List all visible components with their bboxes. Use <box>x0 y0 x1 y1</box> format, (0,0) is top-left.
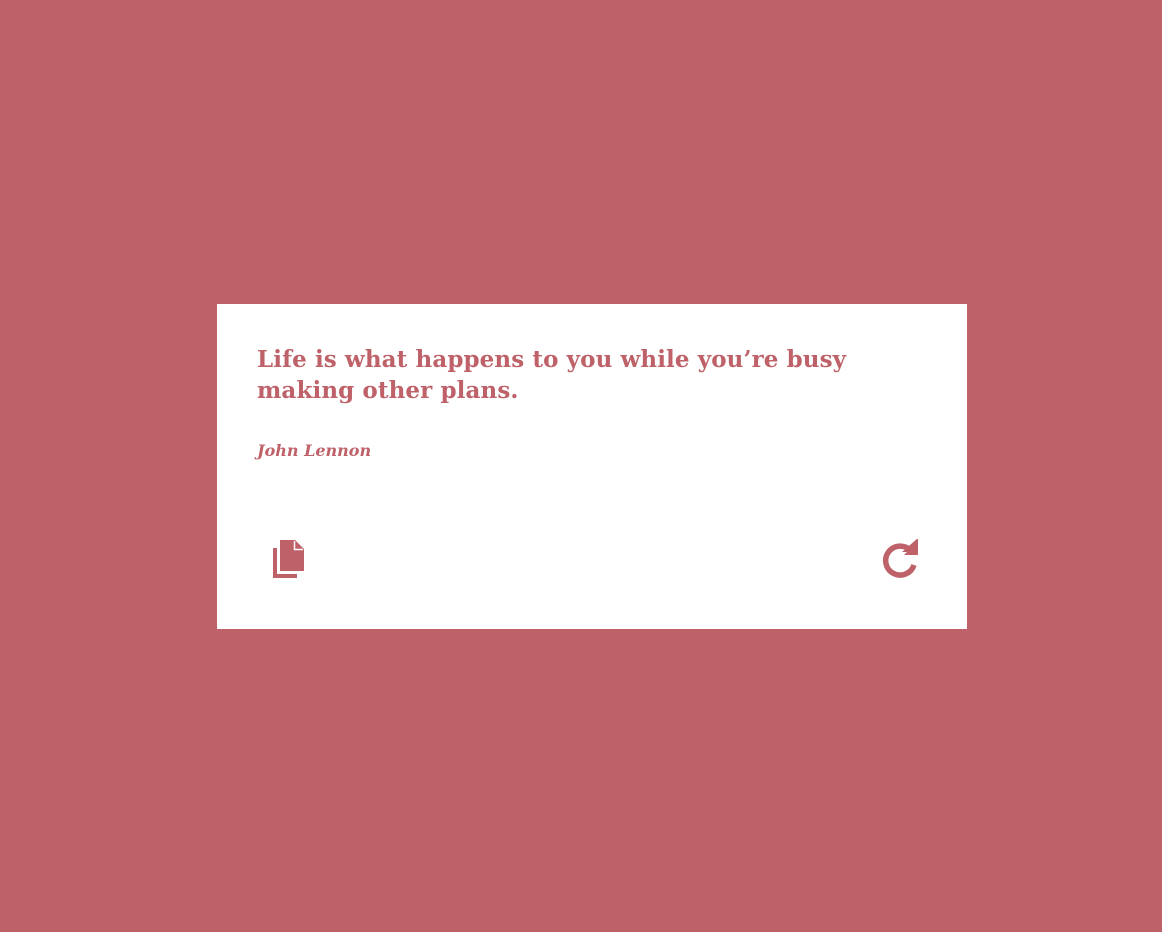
quote-text: Life is what happens to you while you’re… <box>257 346 847 404</box>
quote-author: John Lennon <box>257 441 372 460</box>
quote-card: Life is what happens to you while you’re… <box>217 304 967 629</box>
new-quote-button[interactable] <box>877 536 923 582</box>
redo-icon <box>880 539 920 579</box>
copy-icon <box>271 539 305 579</box>
copy-quote-button[interactable] <box>265 536 311 582</box>
